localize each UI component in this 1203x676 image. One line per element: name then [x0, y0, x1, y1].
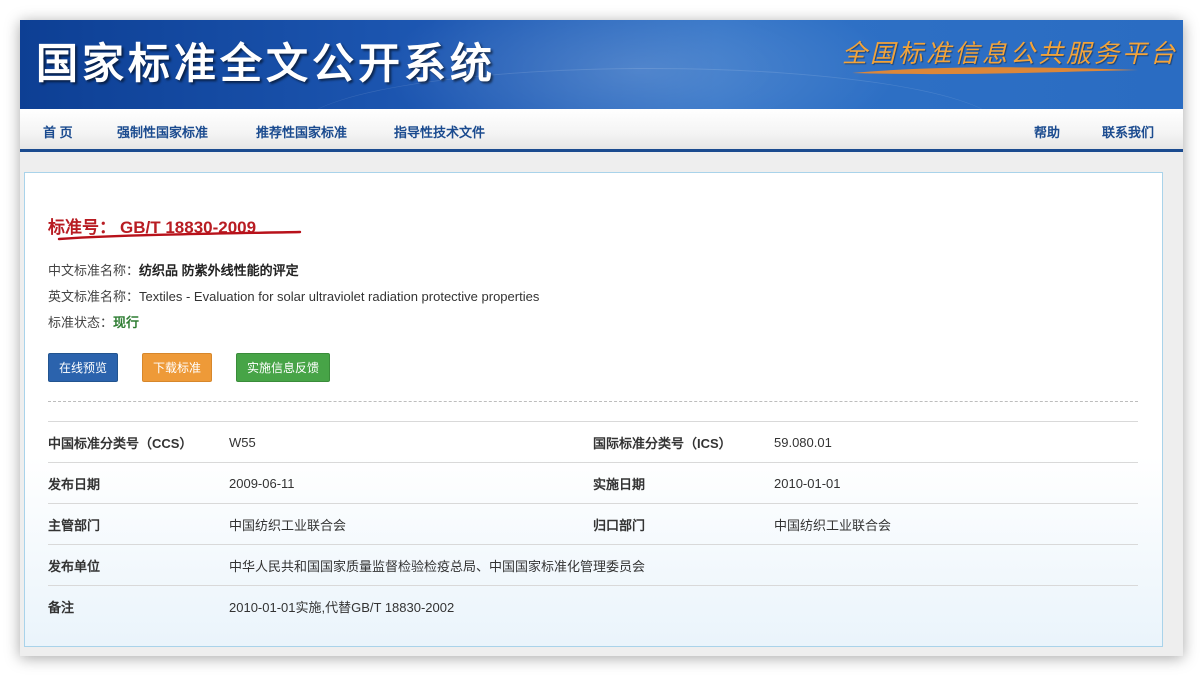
status-label: 标准状态： [48, 315, 114, 330]
dept-value: 中国纺织工业联合会 [229, 503, 593, 545]
nav-guidance-documents[interactable]: 指导性技术文件 [394, 122, 485, 141]
remark-label: 备注 [48, 585, 229, 627]
nav-recommended-standards[interactable]: 推荐性国家标准 [256, 122, 347, 141]
standard-detail-panel: 标准号： GB/T 18830-2009 中文标准名称：纺织品 防紫外线性能的评定… [24, 172, 1163, 647]
cn-name-value: 纺织品 防紫外线性能的评定 [139, 263, 299, 278]
download-standard-button[interactable]: 下载标准 [142, 353, 213, 382]
page-frame: 国家标准全文公开系统 全国标准信息公共服务平台 首 页 强制性国家标准 推荐性国… [20, 20, 1183, 656]
site-title: 国家标准全文公开系统 [36, 39, 497, 88]
nav-help[interactable]: 帮助 [1034, 122, 1060, 141]
table-row: 主管部门 中国纺织工业联合会 归口部门 中国纺织工业联合会 [48, 503, 1138, 545]
table-row: 中国标准分类号（CCS） W55 国际标准分类号（ICS） 59.080.01 [48, 421, 1138, 463]
publisher-label: 发布单位 [48, 544, 229, 586]
nav-mandatory-standards[interactable]: 强制性国家标准 [117, 122, 208, 141]
nav-contact[interactable]: 联系我们 [1102, 122, 1154, 141]
standard-metadata-table: 中国标准分类号（CCS） W55 国际标准分类号（ICS） 59.080.01 … [48, 421, 1138, 627]
impl-date-value: 2010-01-01 [774, 462, 1138, 504]
dept-label: 主管部门 [48, 503, 229, 545]
publisher-value: 中华人民共和国国家质量监督检验检疫总局、中国国家标准化管理委员会 [229, 544, 1138, 586]
cn-name-label: 中文标准名称： [48, 263, 140, 278]
nav-home[interactable]: 首 页 [43, 122, 73, 141]
online-preview-button[interactable]: 在线预览 [48, 353, 119, 382]
ics-value: 59.080.01 [774, 421, 1138, 463]
main-nav: 首 页 强制性国家标准 推荐性国家标准 指导性技术文件 帮助 联系我们 [20, 109, 1183, 152]
status-row: 标准状态：现行 [48, 312, 139, 331]
publish-date-label: 发布日期 [48, 462, 229, 504]
publish-date-value: 2009-06-11 [229, 462, 593, 504]
status-badge: 现行 [113, 315, 140, 330]
table-row: 备注 2010-01-01实施,代替GB/T 18830-2002 [48, 585, 1138, 627]
section-divider [48, 401, 1138, 402]
cn-name-row: 中文标准名称：纺织品 防紫外线性能的评定 [48, 260, 299, 279]
table-row: 发布单位 中华人民共和国国家质量监督检验检疫总局、中国国家标准化管理委员会 [48, 544, 1138, 586]
en-name-label: 英文标准名称： [48, 289, 140, 304]
en-name-value: Textiles - Evaluation for solar ultravio… [139, 289, 540, 304]
site-banner: 国家标准全文公开系统 全国标准信息公共服务平台 [20, 20, 1183, 109]
owner-label: 归口部门 [593, 503, 774, 545]
red-underline-mark [57, 230, 302, 241]
impl-date-label: 实施日期 [593, 462, 774, 504]
implementation-feedback-button[interactable]: 实施信息反馈 [236, 353, 331, 382]
ccs-label: 中国标准分类号（CCS） [48, 421, 229, 463]
owner-value: 中国纺织工业联合会 [774, 503, 1138, 545]
ics-label: 国际标准分类号（ICS） [593, 421, 774, 463]
en-name-row: 英文标准名称：Textiles - Evaluation for solar u… [48, 286, 539, 305]
ccs-value: W55 [229, 421, 593, 463]
remark-value: 2010-01-01实施,代替GB/T 18830-2002 [229, 585, 1138, 627]
table-row: 发布日期 2009-06-11 实施日期 2010-01-01 [48, 462, 1138, 504]
swoosh-icon [852, 67, 1138, 75]
